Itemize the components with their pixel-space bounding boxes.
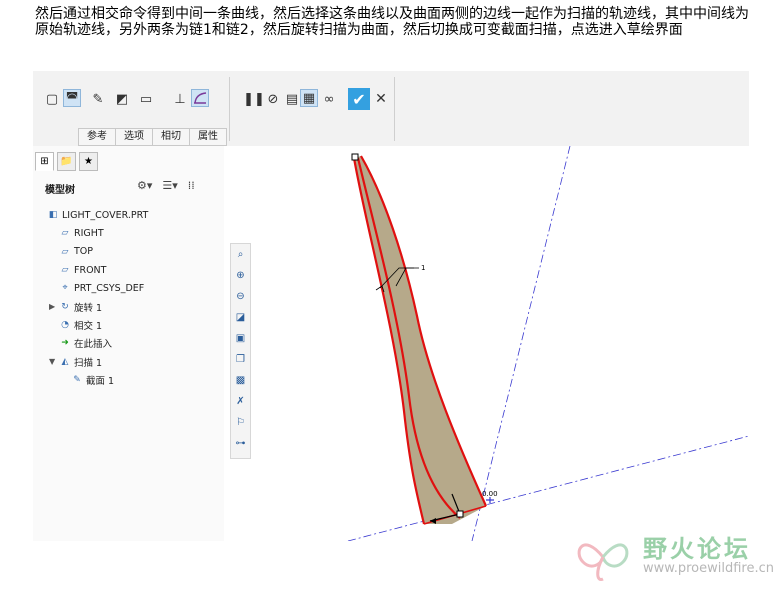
section-icon: ✎ [73, 374, 81, 385]
expand-toggle-icon[interactable]: ▼ [49, 357, 59, 366]
section-origin-marker [456, 510, 464, 518]
tree-item[interactable]: ▼ ◭ 扫描 1 [37, 352, 148, 370]
tree-item[interactable]: ⌖ PRT_CSYS_DEF [37, 279, 148, 297]
insert-here-icon: ➜ [61, 338, 69, 349]
forum-watermark: 野火论坛 www.proewildfire.cn [573, 525, 783, 585]
variable-section-icon[interactable] [191, 89, 209, 107]
model-view: 1 0.00 [347, 145, 750, 542]
display-style-icon[interactable]: ▣ [231, 328, 250, 349]
refit-icon[interactable]: ⌕ [231, 244, 250, 265]
tree-item-label: RIGHT [74, 227, 104, 239]
datum-plane-icon: ▱ [61, 228, 69, 239]
repaint-icon[interactable]: ◪ [231, 307, 250, 328]
sweep-surface [354, 156, 486, 524]
csys-icon: ⌖ [62, 283, 68, 294]
watermark-url: www.proewildfire.cn [643, 561, 774, 576]
tab-references[interactable]: 参考 [78, 128, 116, 146]
butterfly-logo-icon [577, 543, 629, 581]
thicken-icon[interactable]: ▭ [137, 90, 155, 108]
start-point-marker [351, 153, 359, 161]
tree-item[interactable]: ◧ LIGHT_COVER.PRT [37, 206, 149, 224]
view-toolbar: ⌕ ⊕ ⊖ ◪ ▣ ❐ ▩ ✗ ⚐ ⊶ [230, 243, 251, 459]
dim-label-2: 0.00 [482, 490, 498, 498]
model-tree-header: 模型树 [45, 185, 75, 196]
tree-columns-icon[interactable]: ☰▾ [162, 179, 177, 192]
tree-item[interactable]: ▱ FRONT [37, 261, 148, 279]
navigator-panel: ⊞ 📁 ★ 模型树 ⚙▾ ☰▾ ⁞⁞ ◧ LIGHT_COVER.PRT ▱ RIGH… [33, 146, 225, 541]
tree-item[interactable]: ◔ 相交 1 [37, 316, 148, 334]
no-preview-icon[interactable]: ⊘ [264, 90, 282, 108]
expand-toggle-icon[interactable]: ▶ [49, 302, 59, 311]
ok-check-icon[interactable]: ✔ [348, 88, 370, 110]
tree-item-label: 旋转 1 [74, 302, 103, 314]
saved-views-icon[interactable]: ❐ [231, 349, 250, 370]
tab-tangency[interactable]: 相切 [152, 128, 190, 146]
verify-preview-icon[interactable]: ▦ [300, 89, 318, 107]
tree-item-label: TOP [74, 246, 94, 258]
zoom-out-icon[interactable]: ⊖ [231, 286, 250, 307]
cancel-x-icon[interactable]: ✕ [372, 90, 390, 108]
tree-item[interactable]: ➜ 在此插入 [37, 334, 148, 352]
datum-display-icon[interactable]: ✗ [231, 391, 250, 412]
folder-browser-tab-icon[interactable]: 📁 [57, 152, 76, 171]
intersect-icon: ◔ [61, 319, 69, 330]
tree-settings-icon[interactable]: ⚙▾ [137, 179, 152, 192]
surface-icon[interactable]: ◚ [63, 89, 81, 107]
tree-filter-icon[interactable]: ⁞⁞ [188, 179, 195, 192]
watermark-title: 野火论坛 [643, 535, 751, 563]
datum-plane-icon: ▱ [61, 265, 69, 276]
tree-item-label: FRONT [74, 264, 107, 276]
dim-label-1: 1 [421, 264, 425, 272]
tree-item-label: 在此插入 [74, 339, 113, 351]
zoom-in-icon[interactable]: ⊕ [231, 265, 250, 286]
sweep-icon: ◭ [61, 356, 69, 367]
annotation-display-icon[interactable]: ⚐ [231, 412, 250, 433]
tab-properties[interactable]: 属性 [189, 128, 227, 146]
part-icon: ◧ [48, 210, 58, 221]
tree-item[interactable]: ▶ ↻ 旋转 1 [37, 297, 148, 315]
tree-item[interactable]: ▱ RIGHT [37, 224, 148, 242]
datum-axis-vertical [471, 145, 571, 542]
remove-material-icon[interactable]: ◩ [113, 90, 131, 108]
caption-text: 然后通过相交命令得到中间一条曲线，然后选择这条曲线以及曲面两侧的边线一起作为扫描… [35, 6, 749, 38]
solid-icon[interactable]: ▢ [43, 90, 61, 108]
revolve-icon: ↻ [61, 301, 69, 312]
graphics-window[interactable]: 1 0.00 [224, 145, 750, 542]
tree-item-label: PRT_CSYS_DEF [74, 282, 145, 294]
spin-center-icon[interactable]: ⊶ [231, 433, 250, 454]
tree-item-label: LIGHT_COVER.PRT [62, 209, 149, 221]
attach-preview-icon[interactable]: ▤ [283, 90, 301, 108]
tree-item-label: 相交 1 [74, 320, 103, 332]
glasses-icon[interactable]: ∞ [320, 90, 338, 108]
datum-plane-icon: ▱ [61, 246, 69, 257]
dashboard-tabs: 参考 选项 相切 属性 [78, 128, 227, 146]
favorites-tab-icon[interactable]: ★ [79, 152, 98, 171]
tree-item[interactable]: ✎ 截面 1 [37, 371, 148, 389]
tree-item-label: 扫描 1 [74, 357, 103, 369]
model-tree: ◧ LIGHT_COVER.PRT ▱ RIGHT ▱ TOP ▱ FRONT ⌖ PRT_CSY… [37, 206, 149, 389]
tree-item[interactable]: ▱ TOP [37, 243, 148, 261]
constant-section-icon[interactable]: ⊥ [171, 90, 189, 108]
tree-item-label: 截面 1 [86, 375, 115, 387]
model-tree-tab-icon[interactable]: ⊞ [35, 152, 54, 171]
sketch-icon[interactable]: ✎ [89, 90, 107, 108]
tab-options[interactable]: 选项 [115, 128, 153, 146]
pause-icon[interactable]: ❚❚ [243, 90, 265, 108]
view-manager-icon[interactable]: ▩ [231, 370, 250, 391]
